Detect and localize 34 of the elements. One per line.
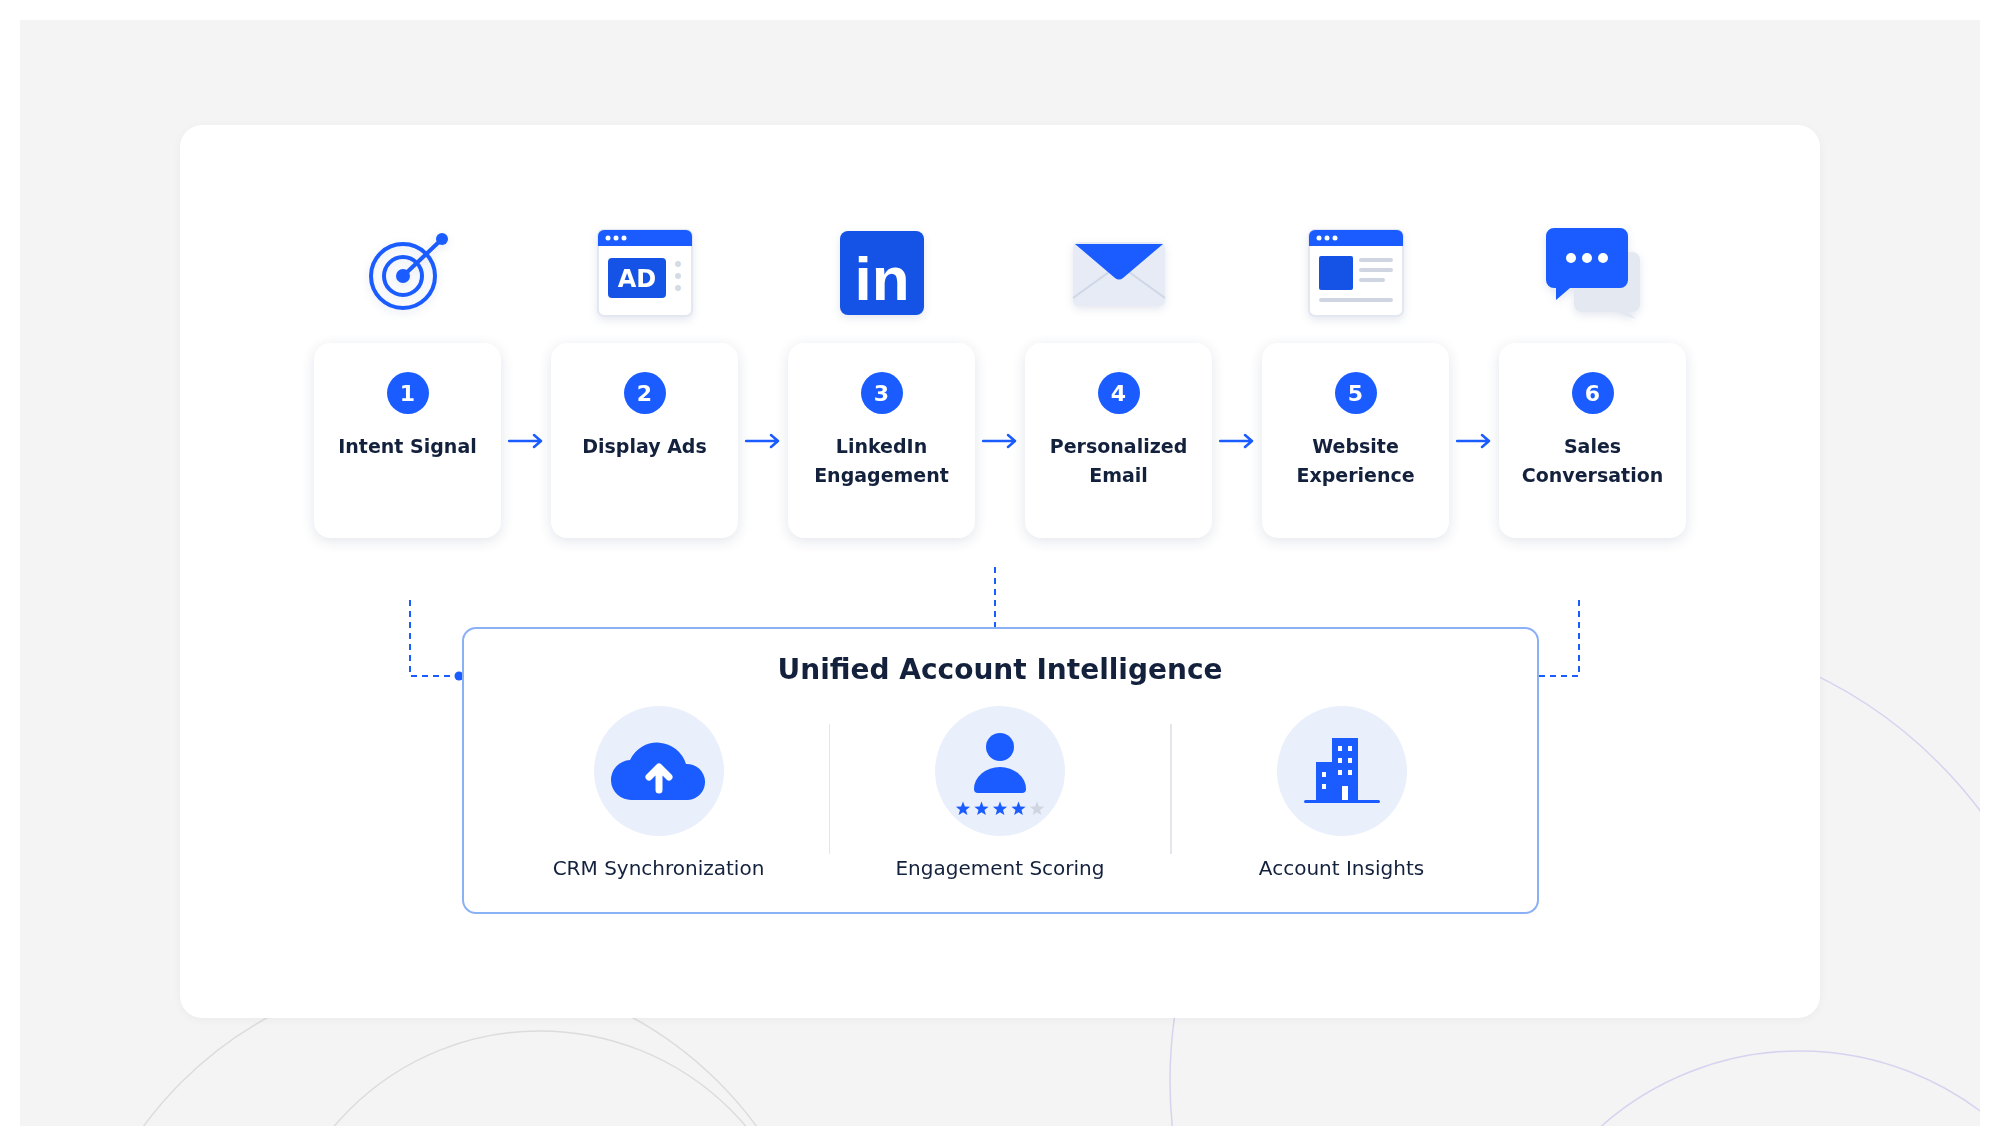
arrow-icon <box>508 432 544 449</box>
step-number: 1 <box>386 372 429 414</box>
cloud-upload-icon <box>609 740 708 802</box>
step-number: 4 <box>1097 372 1140 414</box>
feature-label: Account Insights <box>1258 856 1425 880</box>
star-icon <box>1011 801 1026 816</box>
ad-label: AD <box>617 265 656 293</box>
star-icon <box>974 801 989 816</box>
step-label: LinkedIn Engagement <box>813 434 950 488</box>
arrow-icon <box>1219 432 1255 449</box>
feature-label: CRM Synchronization <box>552 856 765 880</box>
star-icon <box>955 801 971 816</box>
logo-letters: in <box>853 244 910 313</box>
hub-title: Unified Account Intelligence <box>777 653 1223 686</box>
star-icon <box>992 801 1008 816</box>
star-icon <box>1029 801 1045 816</box>
feature-label: Engagement Scoring <box>895 856 1105 880</box>
step-number: 6 <box>1571 372 1614 414</box>
scroll-dots-icon <box>674 261 681 291</box>
arrow-icon <box>745 432 781 449</box>
step-label: Display Ads <box>582 434 707 459</box>
step-label: Website Experience <box>1295 434 1416 488</box>
chat-bubble-icon <box>1543 226 1642 320</box>
arrow-icon <box>1456 432 1492 449</box>
person-icon <box>972 733 1028 793</box>
step-label: Personalized Email <box>1048 434 1189 488</box>
step-number: 5 <box>1334 372 1377 414</box>
step-label: Intent Signal <box>338 434 477 459</box>
step-label: Sales Conversation <box>1520 434 1665 488</box>
step-number: 2 <box>623 372 666 414</box>
step-number: 3 <box>860 372 903 414</box>
arrow-icon <box>982 432 1018 449</box>
buildings-icon <box>1303 736 1380 806</box>
web-page-icon <box>1306 228 1405 318</box>
